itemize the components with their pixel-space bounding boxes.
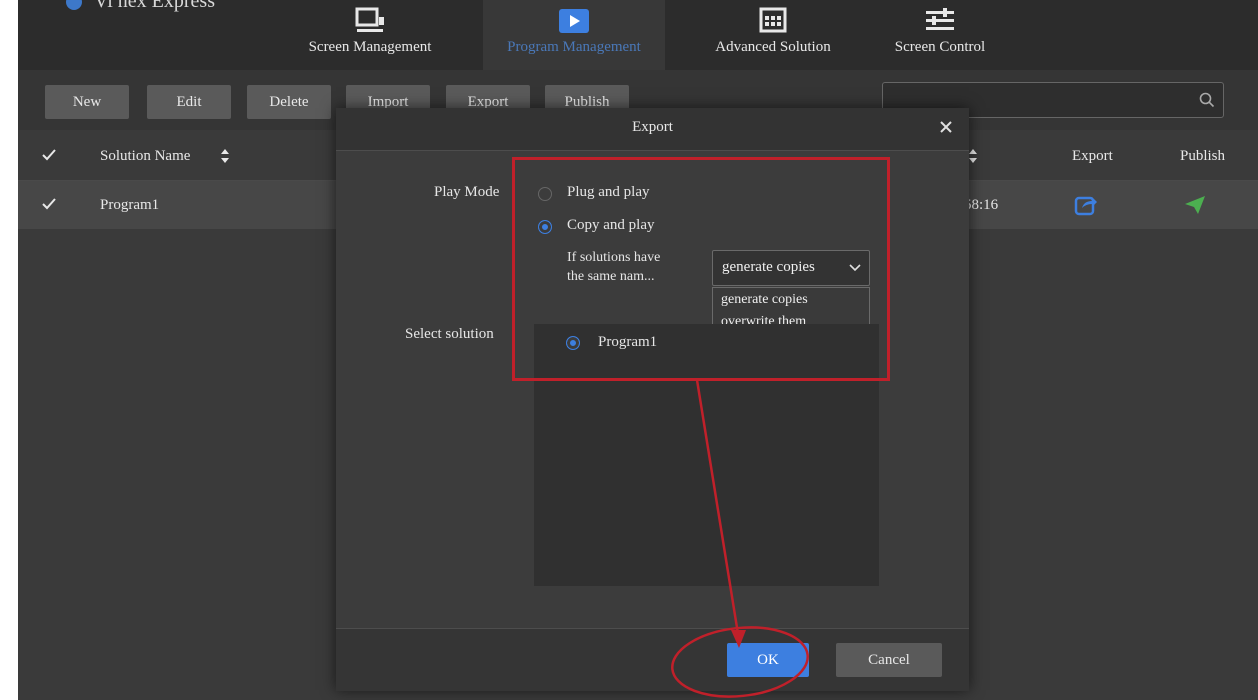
export-icon[interactable] [1074,194,1098,216]
solution-name: Program1 [100,197,160,213]
app-logo: Vi nex Express [66,0,215,13]
play-icon [559,9,589,33]
new-button[interactable]: New [45,85,129,119]
nav-program-management[interactable]: Program Management [483,0,665,70]
nav-label: Program Management [507,39,641,55]
modified-time: 58:16 [964,197,999,213]
row-checkbox[interactable] [40,195,58,213]
edit-button[interactable]: Edit [147,85,231,119]
sort-icon[interactable] [220,148,230,164]
calendar-icon [759,7,787,33]
sliders-icon [926,8,954,30]
monitor-icon [355,7,384,32]
column-solution-name[interactable]: Solution Name [100,132,190,180]
sort-icon[interactable] [968,148,978,164]
close-icon[interactable] [939,120,953,134]
nav-label: Advanced Solution [715,39,831,55]
app-title: Vi nex Express [94,0,215,12]
dialog-header: Export [336,108,969,151]
search-icon[interactable] [1199,92,1215,108]
nav-label: Screen Control [894,39,986,55]
nav-label: Screen Management [308,39,432,55]
logo-icon [66,0,82,10]
top-nav-bar: Vi nex Express Screen Management Program… [18,0,1258,70]
delete-button[interactable]: Delete [247,85,331,119]
column-export: Export [1072,148,1113,164]
dialog-title: Export [632,119,673,135]
select-all-checkbox[interactable] [40,146,58,164]
annotation-highlight-box [512,157,890,381]
play-mode-label: Play Mode [434,184,500,200]
nav-screen-management[interactable]: Screen Management [282,0,458,70]
column-publish: Publish [1180,148,1226,164]
cancel-button[interactable]: Cancel [836,643,942,677]
nav-advanced-solution[interactable]: Advanced Solution [690,0,856,70]
ok-button[interactable]: OK [727,643,809,677]
publish-icon[interactable] [1184,195,1206,215]
nav-screen-control[interactable]: Screen Control [870,0,1010,70]
select-solution-label: Select solution [405,326,494,342]
dialog-footer: OK Cancel [336,628,969,691]
